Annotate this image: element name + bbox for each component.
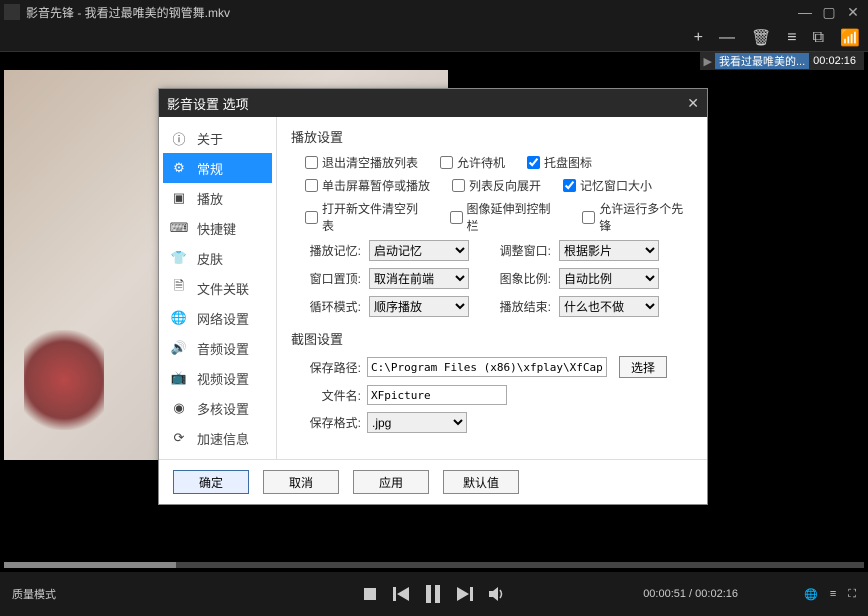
sidebar-item-hotkeys[interactable]: ⌨快捷键 <box>163 213 272 243</box>
ok-button[interactable]: 确定 <box>173 470 249 494</box>
sidebar-item-network[interactable]: 🌐网络设置 <box>163 303 272 333</box>
dialog-close-button[interactable]: ✕ <box>687 95 699 112</box>
apply-button[interactable]: 应用 <box>353 470 429 494</box>
file-icon: 🗎 <box>169 278 189 298</box>
cpu-icon: ◉ <box>169 398 189 418</box>
tv-icon: 📺 <box>169 368 189 388</box>
sidebar-item-file-assoc[interactable]: 🗎文件关联 <box>163 273 272 303</box>
sidebar-item-multicore[interactable]: ◉多核设置 <box>163 393 272 423</box>
time-display: 00:00:51 / 00:02:16 <box>643 588 738 600</box>
playlist-item-name: 我看过最唯美的... <box>715 53 809 69</box>
checkbox-reverse-list[interactable]: 列表反向展开 <box>452 177 541 194</box>
dialog-titlebar: 影音设置 选项 ✕ <box>159 89 707 117</box>
refresh-icon: ⟳ <box>169 428 189 448</box>
remove-icon[interactable]: — <box>715 29 739 47</box>
playlist-item-duration: 00:02:16 <box>809 55 860 67</box>
fullscreen-button[interactable]: ⛶ <box>848 588 856 601</box>
sidebar-item-skin[interactable]: 👕皮肤 <box>163 243 272 273</box>
dialog-footer: 确定 取消 应用 默认值 <box>159 459 707 504</box>
checkbox-allow-standby[interactable]: 允许待机 <box>440 154 505 171</box>
checkbox-remember-size[interactable]: 记忆窗口大小 <box>563 177 652 194</box>
sidebar-item-playback[interactable]: ▣播放 <box>163 183 272 213</box>
ratio-label: 图象比例: <box>495 270 551 287</box>
path-label: 保存路径: <box>305 359 361 376</box>
loop-label: 循环模式: <box>305 298 361 315</box>
sidebar-item-video[interactable]: 📺视频设置 <box>163 363 272 393</box>
prev-button[interactable] <box>393 585 409 603</box>
pause-button[interactable] <box>425 585 441 603</box>
play-icon: ▣ <box>169 188 189 208</box>
end-select[interactable]: 什么也不做 <box>559 296 659 317</box>
volume-button[interactable] <box>489 585 505 603</box>
playback-section-title: 播放设置 <box>291 127 693 146</box>
list-button[interactable]: ≡ <box>830 588 836 601</box>
window-title: 影音先锋 - 我看过最唯美的钢管舞.mkv <box>26 4 230 21</box>
settings-sidebar: ⓘ关于 ⚙常规 ▣播放 ⌨快捷键 👕皮肤 🗎文件关联 🌐网络设置 🔊音频设置 📺… <box>159 117 277 459</box>
default-button[interactable]: 默认值 <box>443 470 519 494</box>
checkbox-clear-on-open[interactable]: 打开新文件清空列表 <box>305 200 428 234</box>
signal-icon[interactable]: 📶 <box>836 28 864 48</box>
settings-panel: 播放设置 退出清空播放列表 允许待机 托盘图标 单击屏幕暂停或播放 列表反向展开… <box>277 117 707 459</box>
app-icon <box>4 4 20 20</box>
close-button[interactable]: ✕ <box>842 3 864 21</box>
add-icon[interactable]: + <box>690 29 707 47</box>
ontop-label: 窗口置顶: <box>305 270 361 287</box>
gear-icon: ⚙ <box>169 158 189 178</box>
format-label: 保存格式: <box>305 414 361 431</box>
ontop-select[interactable]: 取消在前端 <box>369 268 469 289</box>
delete-icon[interactable]: 🗑 <box>747 28 775 48</box>
adjust-select[interactable]: 根据影片 <box>559 240 659 261</box>
stop-button[interactable] <box>363 585 377 603</box>
sidebar-item-accel[interactable]: ⟳加速信息 <box>163 423 272 453</box>
memory-label: 播放记忆: <box>305 242 361 259</box>
progress-bar[interactable] <box>4 562 864 568</box>
checkbox-clear-on-exit[interactable]: 退出清空播放列表 <box>305 154 418 171</box>
checkbox-tray-icon[interactable]: 托盘图标 <box>527 154 592 171</box>
keyboard-icon: ⌨ <box>169 218 189 238</box>
capture-section-title: 截图设置 <box>291 329 693 348</box>
checkbox-multi-instance[interactable]: 允许运行多个先锋 <box>582 200 693 234</box>
filename-input[interactable] <box>367 385 507 405</box>
globe-icon: 🌐 <box>169 308 189 328</box>
sidebar-item-general[interactable]: ⚙常规 <box>163 153 272 183</box>
window-titlebar: 影音先锋 - 我看过最唯美的钢管舞.mkv — ▢ ✕ <box>0 0 868 24</box>
speaker-icon: 🔊 <box>169 338 189 358</box>
playlist-item[interactable]: ▶ 我看过最唯美的... 00:02:16 <box>700 52 864 70</box>
list-icon[interactable]: ≡ <box>783 29 800 47</box>
browse-button[interactable]: 选择 <box>619 356 667 378</box>
play-indicator-icon: ▶ <box>704 55 712 68</box>
quality-mode[interactable]: 质量模式 <box>12 586 56 602</box>
window-icon[interactable]: ⧉ <box>809 29 828 47</box>
settings-dialog: 影音设置 选项 ✕ ⓘ关于 ⚙常规 ▣播放 ⌨快捷键 👕皮肤 🗎文件关联 🌐网络… <box>158 88 708 505</box>
dialog-title-text: 影音设置 选项 <box>167 94 249 113</box>
adjust-label: 调整窗口: <box>495 242 551 259</box>
filename-label: 文件名: <box>305 387 361 404</box>
progress-fill <box>4 562 176 568</box>
save-path-input[interactable] <box>367 357 607 377</box>
memory-select[interactable]: 启动记忆 <box>369 240 469 261</box>
sidebar-item-about[interactable]: ⓘ关于 <box>163 123 272 153</box>
ratio-select[interactable]: 自动比例 <box>559 268 659 289</box>
maximize-button[interactable]: ▢ <box>818 3 840 21</box>
next-button[interactable] <box>457 585 473 603</box>
player-controls: 质量模式 00:00:51 / 00:02:16 🌐 ≡ ⛶ <box>0 572 868 616</box>
info-icon: ⓘ <box>169 128 189 148</box>
loop-select[interactable]: 顺序播放 <box>369 296 469 317</box>
sidebar-item-audio[interactable]: 🔊音频设置 <box>163 333 272 363</box>
format-select[interactable]: .jpg <box>367 412 467 433</box>
globe-button[interactable]: 🌐 <box>804 588 818 601</box>
checkbox-click-pause[interactable]: 单击屏幕暂停或播放 <box>305 177 430 194</box>
shirt-icon: 👕 <box>169 248 189 268</box>
cancel-button[interactable]: 取消 <box>263 470 339 494</box>
top-toolbar: + — 🗑 ≡ ⧉ 📶 <box>0 24 868 52</box>
end-label: 播放结束: <box>495 298 551 315</box>
minimize-button[interactable]: — <box>794 3 816 21</box>
checkbox-extend-image[interactable]: 图像延伸到控制栏 <box>450 200 561 234</box>
